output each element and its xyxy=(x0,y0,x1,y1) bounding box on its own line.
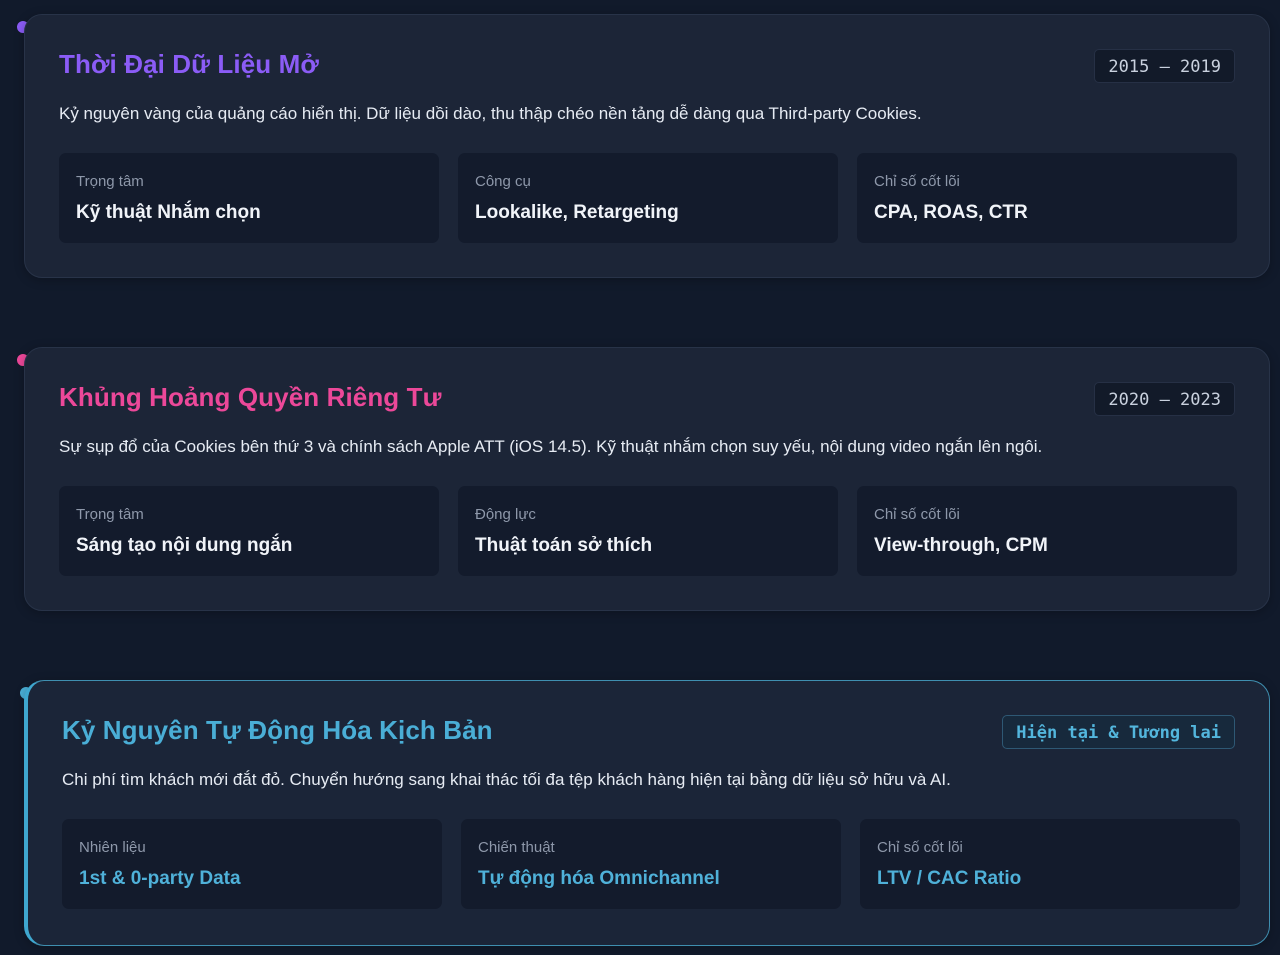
era-card-privacy-crisis: Khủng Hoảng Quyền Riêng Tư 2020 – 2023 S… xyxy=(24,347,1270,611)
info-card-value: LTV / CAC Ratio xyxy=(877,868,1022,889)
info-card-tactics: Chiến thuật Tự động hóa Omnichannel xyxy=(461,819,841,909)
info-card-value: Sáng tạo nội dung ngắn xyxy=(76,535,293,556)
info-card-label: Động lực xyxy=(475,506,536,523)
info-card-value: Tự động hóa Omnichannel xyxy=(478,868,720,889)
era-title: Kỷ Nguyên Tự Động Hóa Kịch Bản xyxy=(62,715,493,745)
info-card-label: Trọng tâm xyxy=(76,173,144,190)
era-title: Thời Đại Dữ Liệu Mở xyxy=(59,49,319,79)
era-period-badge: 2020 – 2023 xyxy=(1094,382,1235,416)
info-card-label: Chỉ số cốt lõi xyxy=(877,839,963,856)
era-card-automation: Kỷ Nguyên Tự Động Hóa Kịch Bản Hiện tại … xyxy=(24,680,1270,946)
info-card-focus: Trọng tâm Sáng tạo nội dung ngắn xyxy=(59,486,439,576)
info-card-value: View-through, CPM xyxy=(874,535,1048,556)
info-card-label: Chỉ số cốt lõi xyxy=(874,173,960,190)
info-card-value: Thuật toán sở thích xyxy=(475,535,653,556)
era-period-badge: Hiện tại & Tương lai xyxy=(1002,715,1235,749)
era-card-open-data: Thời Đại Dữ Liệu Mở 2015 – 2019 Kỷ nguyê… xyxy=(24,14,1270,278)
info-card-label: Chỉ số cốt lõi xyxy=(874,506,960,523)
info-card-tools: Công cụ Lookalike, Retargeting xyxy=(458,153,838,243)
info-card-core-metrics: Chỉ số cốt lõi View-through, CPM xyxy=(857,486,1237,576)
info-card-core-metrics: Chỉ số cốt lõi LTV / CAC Ratio xyxy=(860,819,1240,909)
info-card-driver: Động lực Thuật toán sở thích xyxy=(458,486,838,576)
era-info-cards: Trọng tâm Kỹ thuật Nhắm chọn Công cụ Loo… xyxy=(59,153,1237,243)
info-card-fuel: Nhiên liệu 1st & 0-party Data xyxy=(62,819,442,909)
timeline: Thời Đại Dữ Liệu Mở 2015 – 2019 Kỷ nguyê… xyxy=(0,0,1280,955)
info-card-label: Công cụ xyxy=(475,173,531,190)
info-card-value: Kỹ thuật Nhắm chọn xyxy=(76,202,261,223)
info-card-label: Chiến thuật xyxy=(478,839,555,856)
info-card-core-metrics: Chỉ số cốt lõi CPA, ROAS, CTR xyxy=(857,153,1237,243)
era-info-cards: Trọng tâm Sáng tạo nội dung ngắn Động lự… xyxy=(59,486,1237,576)
info-card-label: Trọng tâm xyxy=(76,506,144,523)
era-description: Kỷ nguyên vàng của quảng cáo hiển thị. D… xyxy=(59,104,922,123)
info-card-value: CPA, ROAS, CTR xyxy=(874,202,1028,223)
era-description: Sự sụp đổ của Cookies bên thứ 3 và chính… xyxy=(59,437,1043,456)
era-info-cards: Nhiên liệu 1st & 0-party Data Chiến thuậ… xyxy=(62,819,1240,909)
info-card-label: Nhiên liệu xyxy=(79,839,146,856)
era-description: Chi phí tìm khách mới đắt đỏ. Chuyển hướ… xyxy=(62,770,951,789)
info-card-value: 1st & 0-party Data xyxy=(79,868,241,889)
era-period-badge: 2015 – 2019 xyxy=(1094,49,1235,83)
info-card-value: Lookalike, Retargeting xyxy=(475,202,679,223)
era-title: Khủng Hoảng Quyền Riêng Tư xyxy=(59,382,442,412)
info-card-focus: Trọng tâm Kỹ thuật Nhắm chọn xyxy=(59,153,439,243)
